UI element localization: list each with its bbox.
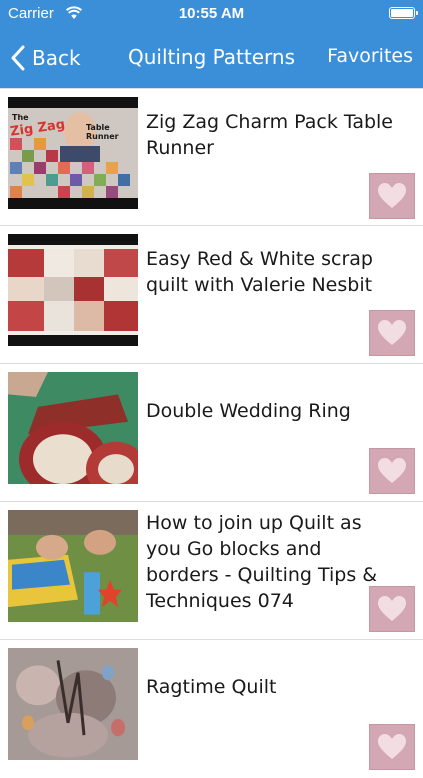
- list-item[interactable]: Double Wedding Ring: [0, 364, 423, 502]
- video-thumbnail: [8, 234, 138, 346]
- video-thumbnail: [8, 510, 138, 622]
- back-button[interactable]: Back: [10, 40, 81, 76]
- list-item[interactable]: Easy Red & White scrap quilt with Valeri…: [0, 226, 423, 364]
- list-item[interactable]: How to join up Quilt as you Go blocks an…: [0, 502, 423, 640]
- status-time: 10:55 AM: [178, 5, 245, 22]
- favorite-button[interactable]: [369, 173, 415, 219]
- video-thumbnail: [8, 648, 138, 760]
- heart-icon: [378, 734, 406, 759]
- list-item[interactable]: Ragtime Quilt: [0, 640, 423, 778]
- heart-icon: [378, 320, 406, 345]
- thumb-title-the: The: [12, 113, 29, 122]
- favorite-button[interactable]: [369, 724, 415, 770]
- navigation-bar: Back Quilting Patterns Favorites: [0, 28, 423, 88]
- heart-icon: [378, 596, 406, 621]
- battery-icon: [389, 7, 418, 19]
- video-title: Zig Zag Charm Pack Table Runner: [146, 111, 393, 159]
- video-title: Double Wedding Ring: [146, 400, 351, 422]
- back-label: Back: [32, 46, 81, 70]
- heart-icon: [378, 183, 406, 208]
- video-title: Ragtime Quilt: [146, 676, 277, 698]
- favorite-button[interactable]: [369, 586, 415, 632]
- heart-icon: [378, 458, 406, 483]
- video-title: How to join up Quilt as you Go blocks an…: [146, 512, 378, 612]
- favorite-button[interactable]: [369, 310, 415, 356]
- chevron-left-icon: [11, 45, 25, 71]
- favorite-button[interactable]: [369, 448, 415, 494]
- list-item[interactable]: The Zig Zag Table Runner Zig Zag Charm P…: [0, 88, 423, 226]
- video-list: The Zig Zag Table Runner Zig Zag Charm P…: [0, 88, 423, 778]
- status-bar: Carrier 10:55 AM: [0, 0, 423, 28]
- thumb-title-table-runner: Table Runner: [86, 123, 119, 141]
- video-thumbnail: The Zig Zag Table Runner: [8, 97, 138, 209]
- video-title: Easy Red & White scrap quilt with Valeri…: [146, 248, 373, 296]
- video-thumbnail: [8, 372, 138, 484]
- favorites-button[interactable]: Favorites: [327, 45, 413, 67]
